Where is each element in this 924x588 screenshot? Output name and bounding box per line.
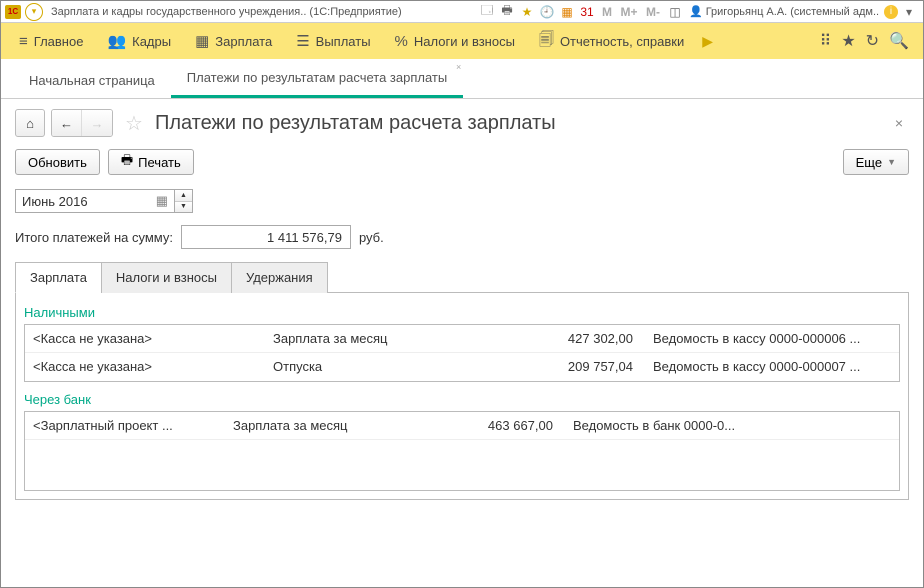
spinner-up-button[interactable]: ▲ [175, 190, 192, 202]
calculator-icon[interactable]: ▦ [558, 3, 576, 21]
total-label: Итого платежей на сумму: [15, 230, 173, 245]
nav-main[interactable]: ≡Главное [9, 29, 93, 54]
memory-m-icon[interactable]: M [598, 3, 616, 21]
app-title: Зарплата и кадры государственного учрежд… [51, 6, 402, 18]
total-value-field: 1 411 576,79 [181, 225, 351, 249]
logo-1c-icon: 1C [5, 5, 21, 19]
period-field[interactable]: Июнь 2016 ▦ [15, 189, 175, 213]
header-row: ⌂ ← → ☆ Платежи по результатам расчета з… [15, 109, 909, 137]
minimize-icon[interactable]: ▾ [900, 3, 918, 21]
content-area: ⌂ ← → ☆ Платежи по результатам расчета з… [1, 99, 923, 510]
document-icon: 🗐 [539, 29, 554, 54]
memory-mminus-icon[interactable]: M- [642, 3, 664, 21]
total-row: Итого платежей на сумму: 1 411 576,79 ру… [15, 225, 909, 249]
tab-deductions[interactable]: Удержания [231, 262, 328, 293]
calendar-icon[interactable]: 31 [578, 3, 596, 21]
nav-taxes[interactable]: %Налоги и взносы [385, 29, 525, 54]
title-bar: 1C ▾ Зарплата и кадры государственного у… [1, 1, 923, 23]
info-icon[interactable]: i [884, 5, 898, 19]
page-title: Платежи по результатам расчета зарплаты [155, 112, 556, 135]
nav-reports[interactable]: 🗐Отчетность, справки [529, 25, 694, 58]
tab-salary[interactable]: Зарплата [15, 262, 102, 293]
salary-panel: Наличными <Касса не указана> Зарплата за… [15, 293, 909, 500]
apps-icon[interactable]: ⠿ [820, 31, 832, 51]
back-button[interactable]: ← [52, 110, 82, 136]
favorite-toggle-icon[interactable]: ☆ [125, 111, 143, 136]
people-icon: 👥 [107, 32, 126, 50]
search-icon[interactable]: 🔍 [889, 31, 909, 51]
dropdown-icon[interactable]: ▾ [25, 3, 43, 21]
memory-mplus-icon[interactable]: M+ [618, 3, 640, 21]
close-page-button[interactable]: × [889, 111, 909, 135]
printer-icon: 🖶 [121, 151, 133, 173]
favorite-icon[interactable]: ★ [518, 3, 536, 21]
stack-icon: ☰ [296, 32, 309, 50]
forward-button[interactable]: → [82, 110, 112, 136]
nav-salary[interactable]: ▦Зарплата [185, 28, 282, 54]
grid-icon: ▦ [195, 32, 209, 50]
print-button[interactable]: 🖶Печать [108, 149, 194, 175]
print-icon[interactable]: 🖶 [498, 3, 516, 21]
tab-close-icon[interactable]: × [456, 62, 461, 72]
bank-section-label: Через банк [24, 392, 900, 407]
period-row: Июнь 2016 ▦ ▲ ▼ [15, 189, 909, 213]
star-icon[interactable]: ★ [841, 31, 855, 51]
cash-grid[interactable]: <Касса не указана> Зарплата за месяц 427… [24, 324, 900, 382]
calendar-picker-icon[interactable]: ▦ [156, 193, 168, 209]
inner-tabs: Зарплата Налоги и взносы Удержания [15, 261, 909, 293]
period-spinner: ▲ ▼ [175, 189, 193, 213]
currency-label: руб. [359, 230, 384, 245]
main-toolbar: ≡Главное 👥Кадры ▦Зарплата ☰Выплаты %Нало… [1, 23, 923, 59]
tab-start-page[interactable]: Начальная страница [13, 61, 171, 98]
nav-personnel[interactable]: 👥Кадры [97, 28, 181, 54]
user-label[interactable]: 👤Григорьянц А.А. (системный адм... [689, 5, 879, 18]
spinner-down-button[interactable]: ▼ [175, 202, 192, 213]
caret-down-icon: ▼ [887, 157, 896, 167]
table-row[interactable]: <Касса не указана> Отпуска 209 757,04 Ве… [25, 353, 899, 380]
bank-grid[interactable]: <Зарплатный проект ... Зарплата за месяц… [24, 411, 900, 491]
history-icon[interactable]: 🕘 [538, 3, 556, 21]
tab-taxes[interactable]: Налоги и взносы [101, 262, 232, 293]
more-button[interactable]: Еще▼ [843, 149, 909, 175]
cash-section-label: Наличными [24, 305, 900, 320]
refresh-button[interactable]: Обновить [15, 149, 100, 175]
menu-icon: ≡ [19, 33, 28, 50]
home-button[interactable]: ⌂ [15, 109, 45, 137]
action-row: Обновить 🖶Печать Еще▼ [15, 149, 909, 175]
panel-icon[interactable]: ◫ [666, 3, 684, 21]
nav-payments[interactable]: ☰Выплаты [286, 28, 380, 54]
nav-group: ← → [51, 109, 113, 137]
user-icon: 👤 [689, 5, 703, 18]
table-row[interactable]: <Зарплатный проект ... Зарплата за месяц… [25, 412, 899, 440]
table-row[interactable]: <Касса не указана> Зарплата за месяц 427… [25, 325, 899, 353]
history-right-icon[interactable]: ↻ [866, 31, 879, 51]
overflow-arrow-icon[interactable]: ▶ [698, 33, 717, 50]
tab-payments-report[interactable]: Платежи по результатам расчета зарплаты … [171, 58, 463, 98]
page-tabs: Начальная страница Платежи по результата… [1, 59, 923, 99]
percent-icon: % [395, 33, 408, 50]
print-preview-icon[interactable]: 🗔 [478, 3, 496, 21]
